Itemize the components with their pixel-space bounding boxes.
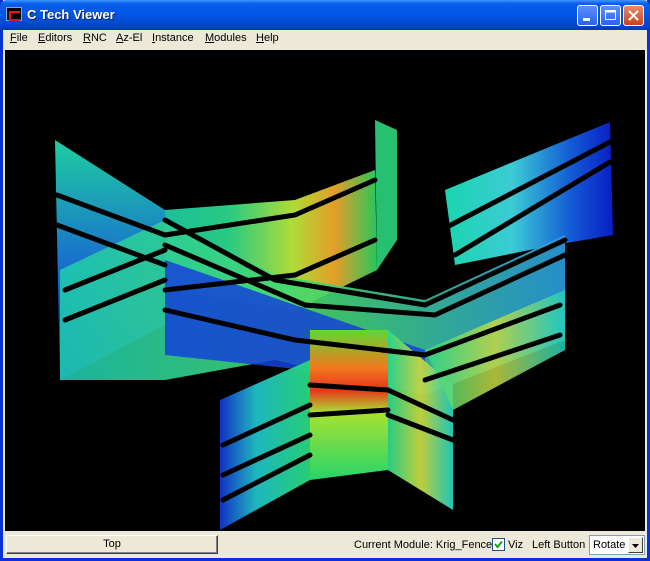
- close-button[interactable]: [623, 5, 644, 26]
- viz-checkbox[interactable]: [492, 538, 505, 551]
- fence-diagram: [54, 120, 613, 530]
- 3d-viewport[interactable]: [5, 50, 645, 531]
- minimize-icon: [583, 18, 590, 21]
- menu-az-el[interactable]: Az-El: [116, 32, 142, 44]
- close-icon: [628, 10, 639, 21]
- current-module-label: Current Module: Krig_Fence: [354, 539, 493, 551]
- status-bar: Top Current Module: Krig_Fence Viz Left …: [3, 533, 647, 558]
- left-button-value: Rotate: [593, 539, 626, 551]
- left-button-select[interactable]: Rotate: [589, 535, 645, 555]
- menu-bar: File Editors RNC Az-El Instance Modules …: [3, 30, 647, 49]
- maximize-button[interactable]: [600, 5, 621, 26]
- menu-editors[interactable]: Editors: [38, 32, 72, 44]
- menu-modules[interactable]: Modules: [205, 32, 247, 44]
- menu-help[interactable]: Help: [256, 32, 279, 44]
- menu-file[interactable]: File: [10, 32, 28, 44]
- dropdown-arrow-icon: [632, 544, 639, 548]
- title-bar[interactable]: C Tech Viewer: [0, 0, 650, 30]
- app-window: C Tech Viewer File Editors RNC Az-El Ins…: [0, 0, 650, 561]
- view-top-button[interactable]: Top: [6, 535, 218, 554]
- checkmark-icon: [494, 540, 503, 549]
- maximize-icon: [605, 10, 616, 20]
- app-icon[interactable]: [6, 7, 22, 21]
- minimize-button[interactable]: [577, 5, 598, 26]
- menu-instance[interactable]: Instance: [152, 32, 194, 44]
- menu-rnc[interactable]: RNC: [83, 32, 107, 44]
- left-button-label: Left Button: [532, 539, 586, 551]
- window-title: C Tech Viewer: [27, 7, 115, 22]
- dropdown-button[interactable]: [628, 537, 643, 553]
- viz-label: Viz: [508, 539, 524, 551]
